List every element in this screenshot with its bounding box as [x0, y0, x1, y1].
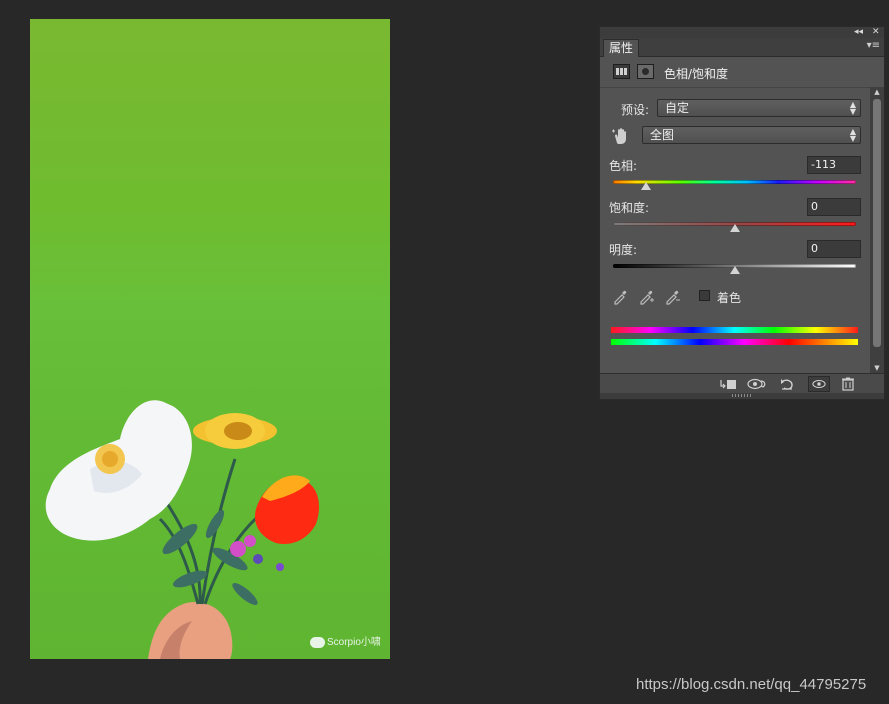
- scroll-down-icon[interactable]: ▼: [870, 363, 884, 373]
- eyedropper-minus-icon[interactable]: [664, 288, 681, 305]
- view-previous-state-icon[interactable]: [746, 376, 768, 392]
- close-icon[interactable]: ✕: [872, 27, 880, 38]
- resize-grip-icon[interactable]: [732, 394, 752, 397]
- clip-to-layer-icon[interactable]: [717, 376, 739, 392]
- hue-label: 色相:: [609, 159, 638, 173]
- input-color-bar: [611, 327, 858, 333]
- visibility-eye-icon[interactable]: [808, 376, 830, 392]
- photo-watermark-text: Scorpio小啸: [327, 637, 381, 648]
- hue-saturation-icon[interactable]: [613, 64, 630, 79]
- saturation-slider-thumb[interactable]: [730, 224, 740, 232]
- properties-panel: ◂◂ ✕ 属性 ▾≡ 色相/饱和度 预设: 自定 ▲ ▼ 全图 ▲ ▼ 色相: -1…: [599, 26, 885, 400]
- saturation-label: 饱和度:: [609, 201, 650, 215]
- wechat-icon: [310, 636, 325, 648]
- saturation-value-field[interactable]: 0: [807, 198, 861, 216]
- lightness-slider-thumb[interactable]: [730, 266, 740, 274]
- output-color-bar: [611, 339, 858, 345]
- panel-scrollbar[interactable]: ▲ ▼: [870, 87, 884, 373]
- eyedropper-plus-icon[interactable]: [638, 288, 655, 305]
- hand-shape: [148, 602, 233, 659]
- lightness-value-field[interactable]: 0: [807, 240, 861, 258]
- document-canvas[interactable]: Scorpio小啸: [30, 19, 390, 659]
- hue-slider-thumb[interactable]: [641, 182, 651, 190]
- red-flower: [254, 475, 319, 545]
- double-chevron-left-icon[interactable]: ◂◂: [854, 27, 863, 38]
- lightness-label: 明度:: [609, 243, 638, 257]
- chevron-updown-icon: ▲ ▼: [849, 100, 856, 116]
- chevron-updown-icon: ▲ ▼: [849, 127, 856, 143]
- white-flower: [45, 400, 192, 541]
- flower-photo: [45, 400, 319, 659]
- page-watermark: https://blog.csdn.net/qq_44795275: [636, 676, 867, 693]
- scroll-up-icon[interactable]: ▲: [870, 87, 884, 97]
- channel-dropdown[interactable]: 全图 ▲ ▼: [642, 126, 861, 144]
- channel-value: 全图: [650, 128, 675, 142]
- colorize-checkbox[interactable]: [699, 290, 710, 301]
- hue-value-field[interactable]: -113: [807, 156, 861, 174]
- scrollbar-thumb[interactable]: [873, 99, 881, 347]
- preset-dropdown[interactable]: 自定 ▲ ▼: [657, 99, 861, 117]
- preset-value: 自定: [665, 101, 690, 115]
- tab-properties[interactable]: 属性: [603, 39, 639, 57]
- adjustment-header: 色相/饱和度: [600, 57, 870, 88]
- yellow-flower: [193, 413, 277, 449]
- preset-label: 预设:: [621, 103, 650, 117]
- trash-icon[interactable]: [837, 376, 859, 392]
- panel-title-strip: ◂◂ ✕: [600, 27, 884, 38]
- panel-footer: [600, 373, 884, 394]
- photo-watermark: Scorpio小啸: [310, 633, 381, 648]
- mask-icon[interactable]: [637, 64, 654, 79]
- colorize-label: 着色: [717, 291, 742, 305]
- panel-menu-icon[interactable]: ▾≡: [867, 40, 880, 51]
- adjustment-title: 色相/饱和度: [664, 67, 729, 81]
- eyedropper-icon[interactable]: [612, 288, 629, 305]
- panel-resize-bar: [600, 393, 884, 399]
- reset-icon[interactable]: [776, 376, 798, 392]
- panel-tab-bar: 属性 ▾≡: [600, 38, 884, 57]
- hand-target-icon[interactable]: [611, 126, 631, 146]
